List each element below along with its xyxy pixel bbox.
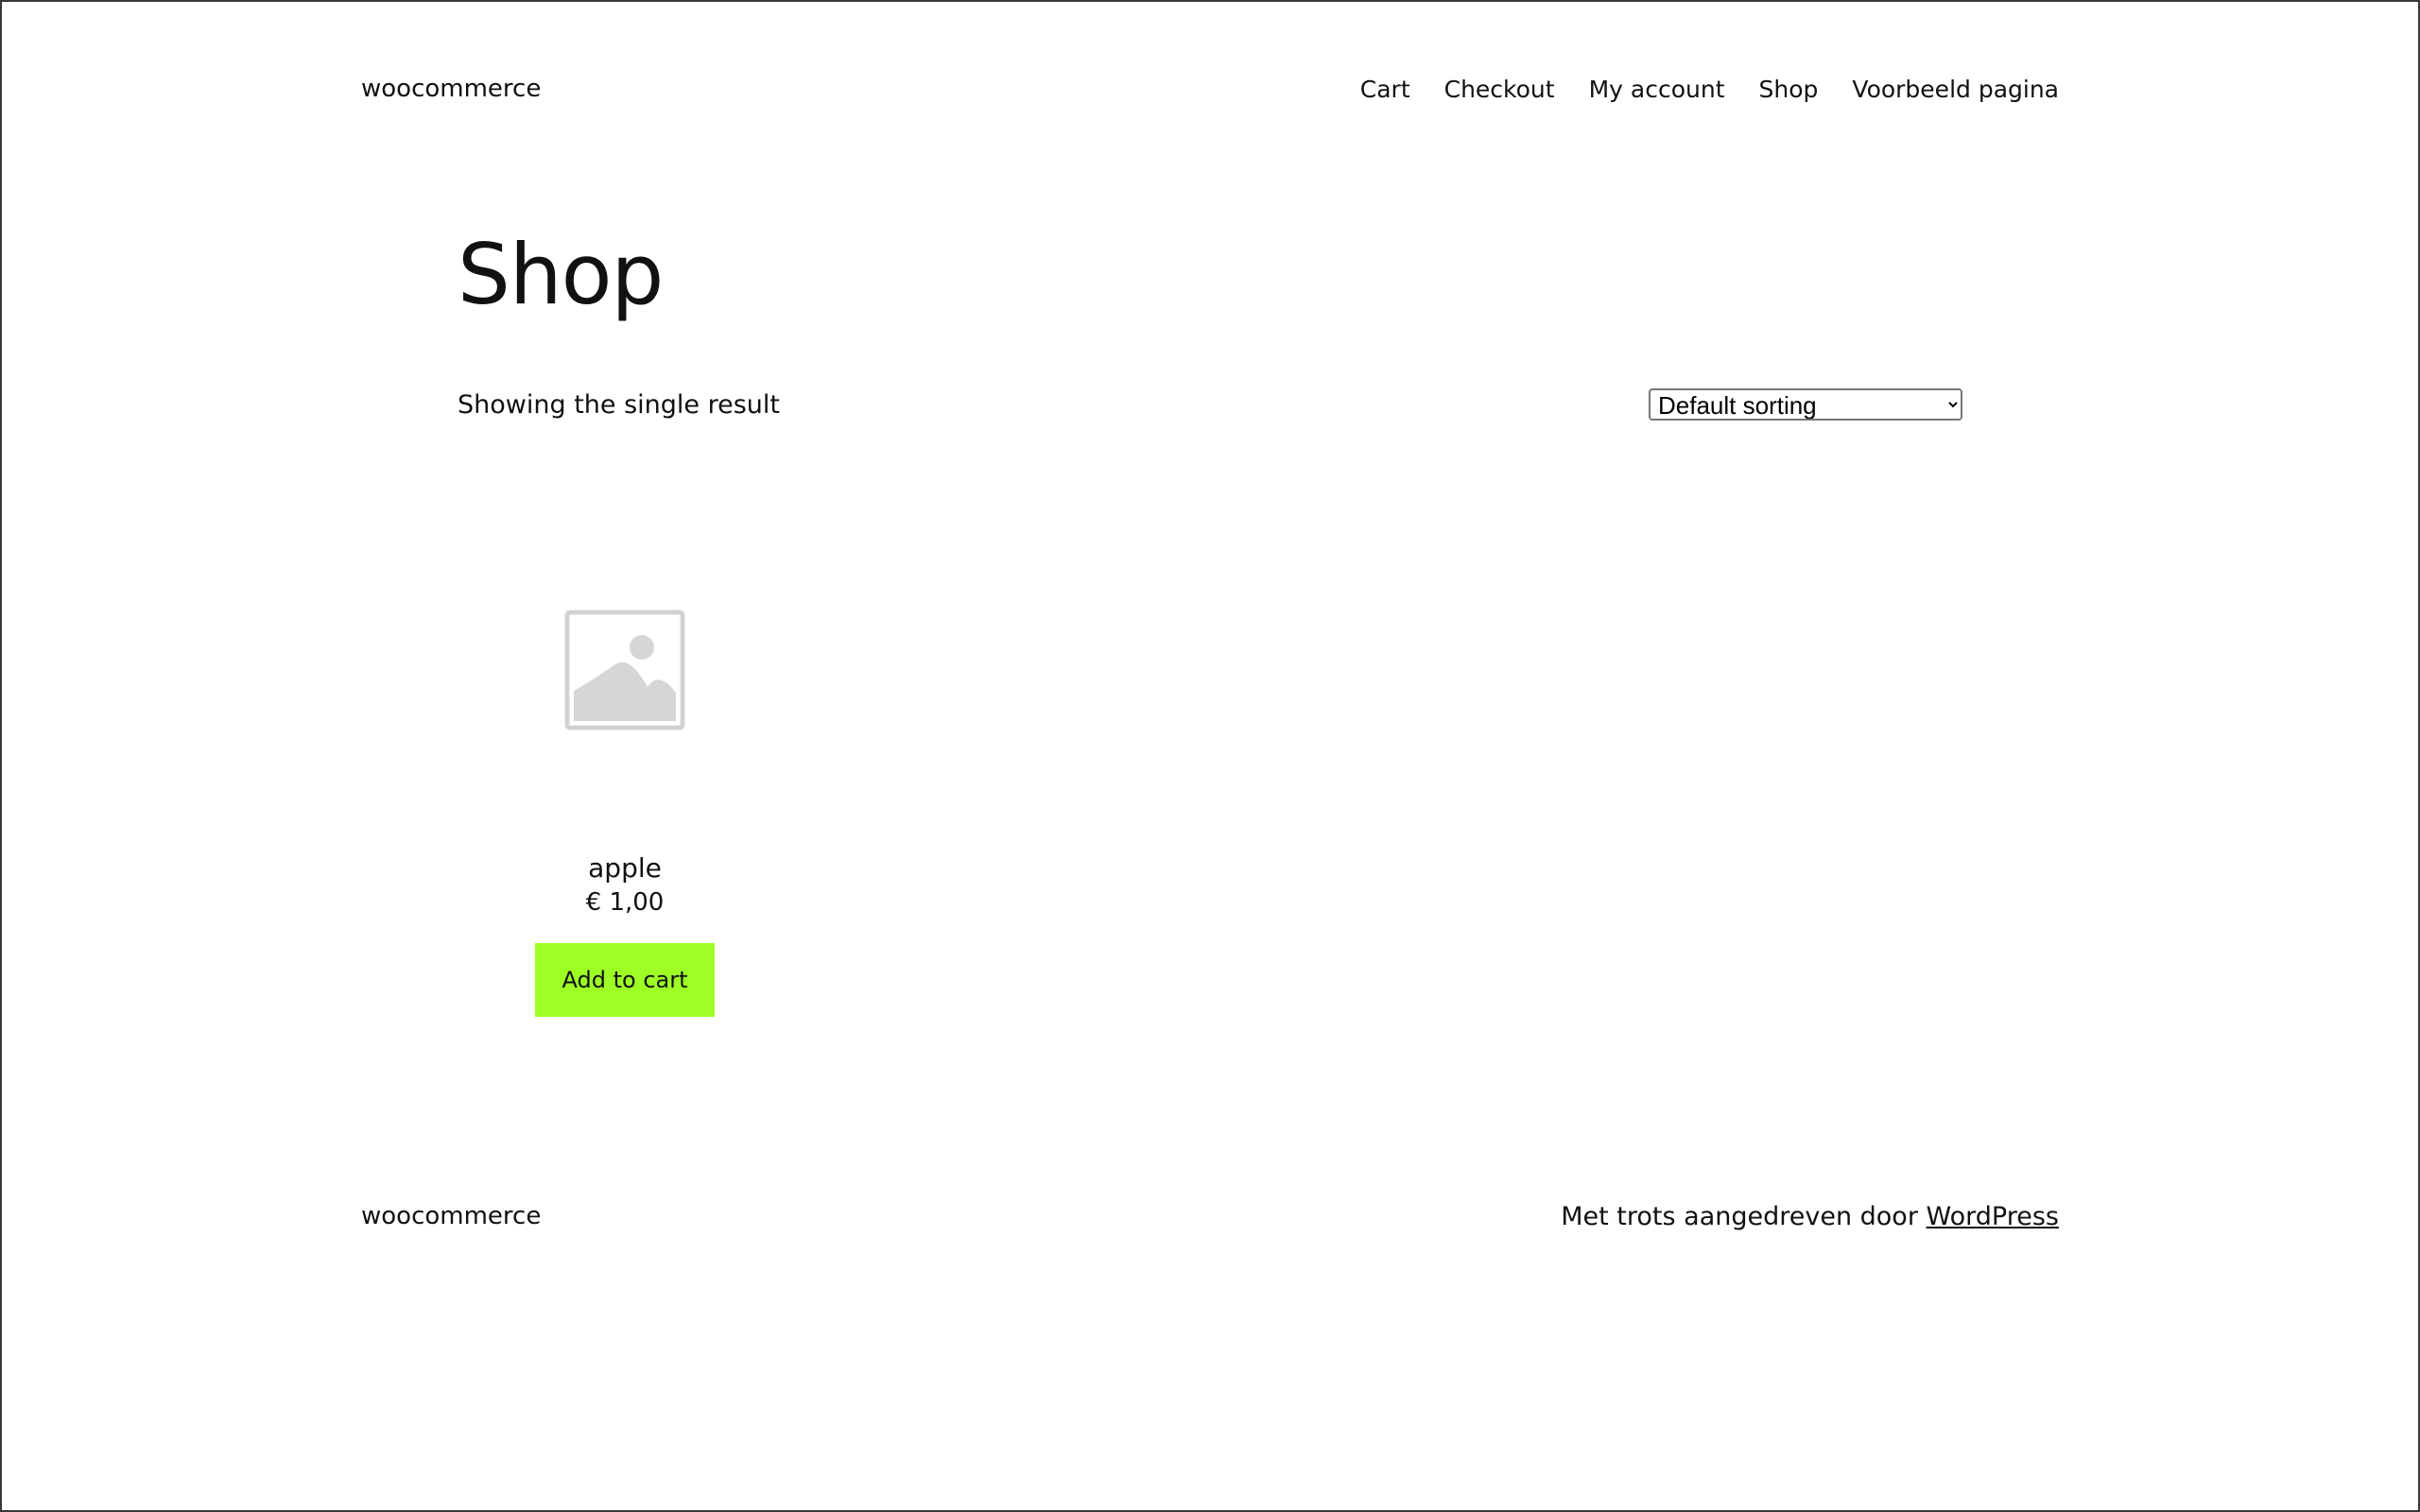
nav-item-my-account[interactable]: My account [1589,76,1725,103]
product-price: € 1,00 [585,887,665,917]
nav-item-shop[interactable]: Shop [1759,76,1819,103]
product-card: apple € 1,00 Add to cart [458,503,792,1017]
nav-item-voorbeeld-pagina[interactable]: Voorbeeld pagina [1852,76,2059,103]
site-title[interactable]: woocommerce [361,75,541,103]
footer-site-title[interactable]: woocommerce [361,1202,541,1230]
image-placeholder-icon [564,610,685,730]
shop-toolbar: Showing the single result Default sortin… [458,386,1962,423]
footer-credit-text: Met trots aangedreven door [1561,1201,1918,1231]
page-title: Shop [458,226,664,323]
site-footer: woocommerce Met trots aangedreven door W… [361,1197,2059,1235]
add-to-cart-button[interactable]: Add to cart [535,942,715,1017]
nav-item-cart[interactable]: Cart [1360,76,1410,103]
nav-item-checkout[interactable]: Checkout [1444,76,1555,103]
product-name[interactable]: apple [458,852,792,885]
main-navigation: Cart Checkout My account Shop Voorbeeld … [1360,76,2059,103]
result-count: Showing the single result [458,389,780,420]
wordpress-link[interactable]: WordPress [1927,1202,2059,1231]
product-image[interactable] [458,503,792,837]
footer-credit: Met trots aangedreven door WordPress [1561,1202,2059,1231]
site-header: woocommerce Cart Checkout My account Sho… [361,68,2059,110]
sort-select[interactable]: Default sorting [1649,388,1962,421]
